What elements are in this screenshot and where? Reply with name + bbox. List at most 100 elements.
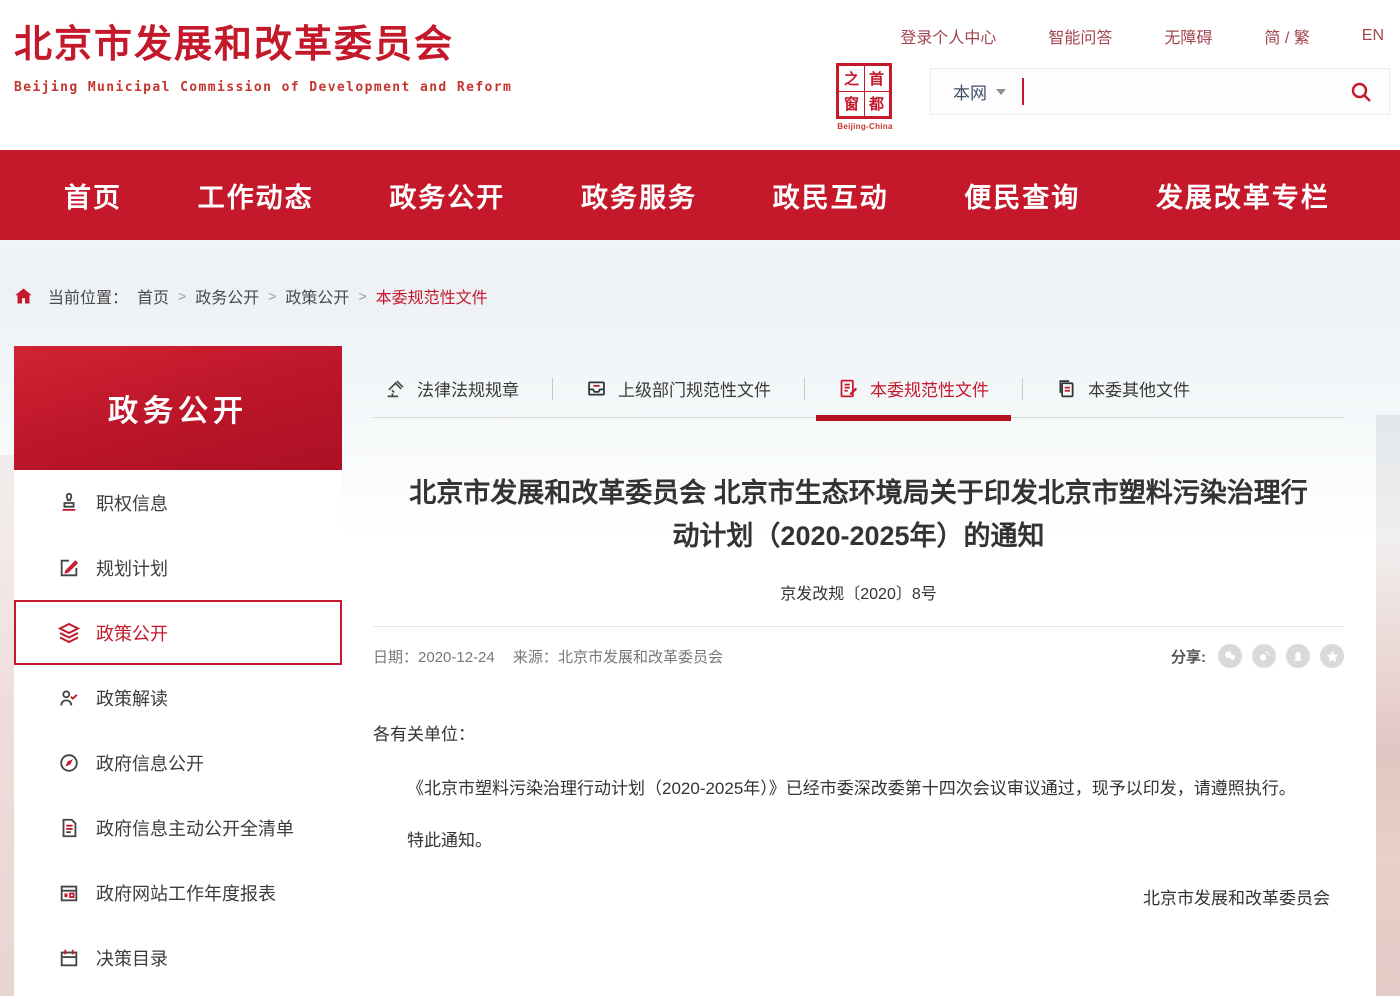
share-toolbar: 分享:	[1171, 644, 1344, 668]
accessibility-link[interactable]: 无障碍	[1164, 24, 1212, 48]
compass-icon	[56, 752, 82, 774]
search-button[interactable]	[1349, 80, 1373, 104]
sidebar-item-planning[interactable]: 规划计划	[14, 535, 342, 600]
document-type-tabs: 法律法规规章 上级部门规范性文件 本委规范性文件 本委其他文件	[373, 360, 1344, 418]
qq-share-button[interactable]	[1286, 644, 1310, 668]
search-scope-label: 本网	[953, 79, 987, 104]
signature: 北京市发展和改革委员会	[373, 882, 1344, 916]
article-title: 北京市发展和改革委员会 北京市生态环境局关于印发北京市塑料污染治理行动计划（20…	[409, 472, 1309, 558]
tab-divider	[804, 378, 805, 400]
seal-char: 都	[864, 91, 889, 116]
site-header: 北京市发展和改革委员会 Beijing Municipal Commission…	[0, 0, 1400, 150]
sidebar-item-label: 政府网站工作年度报表	[96, 880, 276, 906]
sidebar-item-proactive-disclosure-list[interactable]: 政府信息主动公开全清单	[14, 795, 342, 860]
smart-qa-link[interactable]: 智能问答	[1048, 24, 1112, 48]
search-scope-dropdown[interactable]: 本网	[953, 79, 1006, 104]
favorite-share-button[interactable]	[1320, 644, 1344, 668]
breadcrumb: 当前位置： 首页 > 政务公开 > 政策公开 > 本委规范性文件	[14, 284, 1400, 308]
tab-committee-other-documents[interactable]: 本委其他文件	[1050, 360, 1196, 417]
sidebar-item-label: 规划计划	[96, 555, 168, 581]
paragraph: 特此通知。	[373, 824, 1344, 858]
sidebar-title: 政务公开	[14, 346, 342, 470]
decision-catalog-icon	[56, 947, 82, 969]
site-title: 北京市发展和改革委员会	[14, 13, 512, 68]
article-meta: 日期：2020-12-24 来源：北京市发展和改革委员会	[373, 646, 723, 667]
source-label: 来源：	[513, 649, 558, 666]
nav-item-work-dynamics[interactable]: 工作动态	[198, 176, 314, 215]
sidebar-item-policy-disclosure[interactable]: 政策公开	[14, 600, 342, 665]
sidebar-item-label: 政府信息公开	[96, 750, 204, 776]
sidebar-item-gov-info-disclosure[interactable]: 政府信息公开	[14, 730, 342, 795]
main-nav: 首页 工作动态 政务公开 政务服务 政民互动 便民查询 发展改革专栏	[0, 150, 1400, 240]
interpretation-icon	[56, 687, 82, 709]
home-icon	[14, 287, 33, 305]
nav-item-public-interaction[interactable]: 政民互动	[773, 176, 889, 215]
weibo-icon	[1256, 648, 1272, 664]
breadcrumb-home[interactable]: 首页	[137, 284, 169, 308]
seal-caption: Beijing-China	[836, 122, 894, 131]
article-meta-row: 日期：2020-12-24 来源：北京市发展和改革委员会 分享:	[373, 626, 1344, 668]
gavel-icon	[385, 378, 406, 399]
search-bar: 本网	[930, 68, 1390, 115]
doc-copy-icon	[1056, 378, 1077, 399]
beijing-china-seal-logo[interactable]: 之 首 窗 都 Beijing-China	[836, 63, 894, 131]
doc-edit-icon	[838, 378, 859, 399]
breadcrumb-separator: >	[178, 288, 186, 304]
tab-label: 本委规范性文件	[870, 376, 989, 401]
sidebar-item-website-annual-report[interactable]: 政府网站工作年度报表	[14, 860, 342, 925]
article-body: 各有关单位： 《北京市塑料污染治理行动计划（2020-2025年）》已经市委深改…	[373, 718, 1344, 916]
sidebar-item-label: 职权信息	[96, 490, 168, 516]
breadcrumb-policy-disclosure[interactable]: 政策公开	[285, 284, 349, 308]
nav-item-home[interactable]: 首页	[64, 176, 122, 215]
document-number: 京发改规〔2020〕8号	[373, 580, 1344, 604]
main-panel: 法律法规规章 上级部门规范性文件 本委规范性文件 本委其他文件 北	[373, 346, 1344, 990]
login-personal-center-link[interactable]: 登录个人中心	[900, 24, 996, 48]
share-label: 分享:	[1171, 646, 1206, 667]
nav-item-gov-services[interactable]: 政务服务	[581, 176, 697, 215]
paragraph: 《北京市塑料污染治理行动计划（2020-2025年）》已经市委深改委第十四次会议…	[373, 766, 1344, 812]
annual-report-icon	[56, 882, 82, 904]
wechat-share-button[interactable]	[1218, 644, 1242, 668]
tab-superior-normative-documents[interactable]: 上级部门规范性文件	[580, 360, 777, 417]
utility-links: 登录个人中心 智能问答 无障碍 简 / 繁 EN	[900, 24, 1384, 48]
qq-icon	[1290, 648, 1306, 664]
tab-label: 法律法规规章	[417, 376, 519, 401]
stamp-icon	[56, 492, 82, 514]
nav-item-gov-affairs-disclosure[interactable]: 政务公开	[389, 176, 505, 215]
nav-item-convenient-inquiry[interactable]: 便民查询	[964, 176, 1080, 215]
page: 北京市发展和改革委员会 Beijing Municipal Commission…	[0, 0, 1400, 996]
seal-icon: 之 首 窗 都	[836, 63, 892, 119]
sidebar-menu: 职权信息 规划计划 政策公开	[14, 470, 342, 990]
search-icon	[1349, 80, 1373, 104]
inbox-icon	[586, 378, 607, 399]
sidebar-item-label: 政策解读	[96, 685, 168, 711]
search-input[interactable]	[1024, 69, 1349, 114]
weibo-share-button[interactable]	[1252, 644, 1276, 668]
star-icon	[1325, 649, 1340, 664]
breadcrumb-separator: >	[268, 288, 276, 304]
sidebar-item-authority-info[interactable]: 职权信息	[14, 470, 342, 535]
tab-committee-normative-documents[interactable]: 本委规范性文件	[832, 360, 995, 417]
plan-edit-icon	[56, 557, 82, 579]
document-list-icon	[56, 817, 82, 839]
simplified-traditional-toggle[interactable]: 简 / 繁	[1264, 24, 1309, 48]
nav-item-development-reform-column[interactable]: 发展改革专栏	[1156, 176, 1330, 215]
tab-divider	[1022, 378, 1023, 400]
breadcrumb-label: 当前位置：	[48, 284, 128, 308]
seal-char: 之	[839, 66, 864, 91]
sidebar: 政务公开 职权信息 规划计划	[14, 346, 342, 990]
sidebar-item-label: 政府信息主动公开全清单	[96, 815, 294, 841]
content: 政务公开 职权信息 规划计划	[0, 346, 1400, 990]
breadcrumb-gov-disclosure[interactable]: 政务公开	[195, 284, 259, 308]
date-label: 日期：	[373, 649, 418, 666]
tab-laws-regulations[interactable]: 法律法规规章	[379, 360, 525, 417]
sidebar-item-policy-interpretation[interactable]: 政策解读	[14, 665, 342, 730]
sidebar-item-decision-catalog[interactable]: 决策目录	[14, 925, 342, 990]
site-logo[interactable]: 北京市发展和改革委员会 Beijing Municipal Commission…	[14, 13, 512, 95]
chevron-down-icon	[996, 89, 1006, 95]
salutation: 各有关单位：	[373, 718, 1344, 752]
tab-label: 上级部门规范性文件	[618, 376, 771, 401]
english-link[interactable]: EN	[1362, 27, 1384, 45]
breadcrumb-current: 本委规范性文件	[376, 284, 488, 308]
breadcrumb-separator: >	[358, 288, 366, 304]
